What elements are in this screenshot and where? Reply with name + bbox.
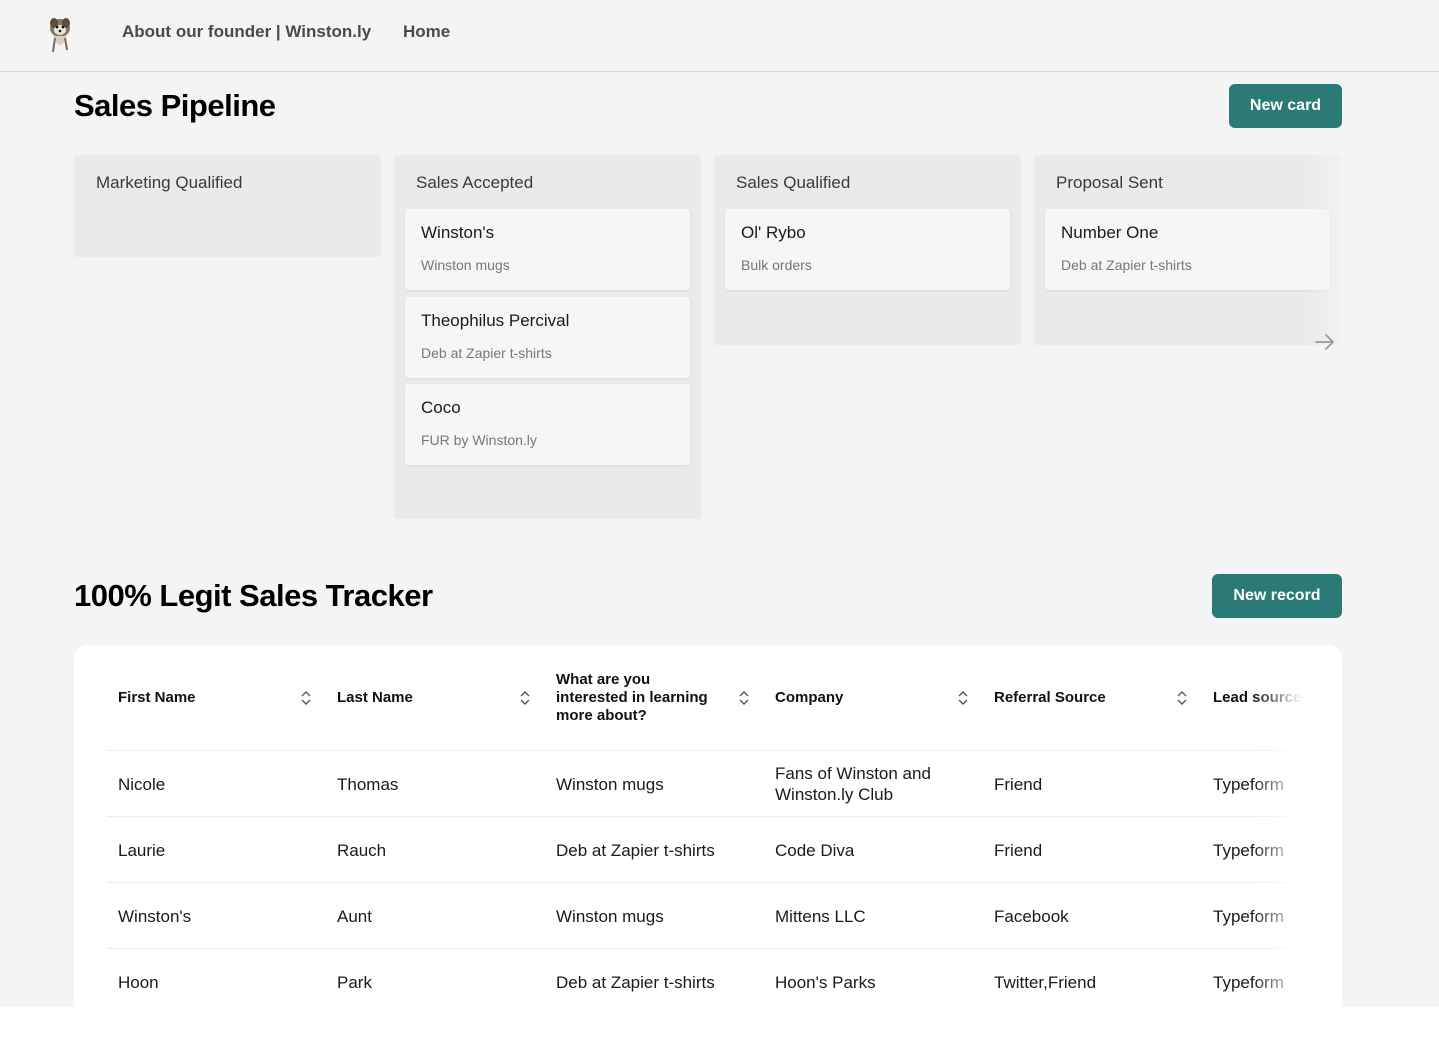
sort-icon[interactable] [738, 689, 750, 707]
cell-referral-source: Friend [994, 774, 1043, 794]
column-title: Marketing Qualified [96, 173, 243, 192]
cell-company: Hoon's Parks [775, 972, 876, 992]
card-subtitle: Winston mugs [421, 257, 510, 273]
pipeline-title: Sales Pipeline [74, 88, 276, 123]
dog-logo-icon[interactable] [44, 14, 76, 56]
cell-referral-source: Twitter,Friend [994, 972, 1097, 992]
column-title: Sales Accepted [416, 173, 534, 192]
card-subtitle: Deb at Zapier t-shirts [1061, 257, 1192, 273]
column-header-label: Referral Source [994, 689, 1106, 706]
new-record-button[interactable]: New record [1212, 574, 1342, 618]
card-title: Coco [421, 398, 461, 417]
column-header-referral-source[interactable]: Referral Source [994, 645, 1188, 751]
pipeline-column-proposal-sent: Proposal Sent Number One Deb at Zapier t… [1034, 155, 1341, 345]
sort-icon[interactable] [1176, 689, 1188, 707]
card-title: Winston's [421, 223, 495, 242]
pipeline-card[interactable]: Winston's Winston mugs [405, 209, 690, 290]
card-subtitle: Deb at Zapier t-shirts [421, 345, 552, 361]
pipeline-card[interactable]: Ol' Rybo Bulk orders [725, 209, 1010, 290]
pipeline-column-sales-qualified: Sales Qualified Ol' Rybo Bulk orders [714, 155, 1021, 345]
cell-first-name: Laurie [118, 840, 166, 860]
cell-company: Fans of Winston and Winston.ly Club [775, 764, 931, 804]
card-subtitle: FUR by Winston.ly [421, 432, 537, 448]
cell-company: Code Diva [775, 840, 855, 860]
cell-lead-source: Typeform [1213, 972, 1284, 992]
column-header-first-name[interactable]: First Name [118, 645, 312, 751]
table-row[interactable]: Nicole Thomas Winston mugs Fans of Winst… [107, 751, 1302, 817]
pipeline-card[interactable]: Number One Deb at Zapier t-shirts [1045, 209, 1330, 290]
column-header-label: Last Name [337, 689, 413, 706]
column-title: Sales Qualified [736, 173, 851, 192]
nav-link-about-founder[interactable]: About our founder | Winston.ly [122, 22, 371, 42]
column-header-last-name[interactable]: Last Name [337, 645, 531, 751]
top-nav: About our founder | Winston.ly Home [0, 0, 1439, 72]
sort-icon[interactable] [957, 689, 969, 707]
pipeline-column-marketing-qualified: Marketing Qualified [74, 155, 381, 257]
cell-last-name: Thomas [337, 774, 399, 794]
arrow-right-icon[interactable] [1313, 330, 1337, 361]
tracker-title: 100% Legit Sales Tracker [74, 578, 433, 613]
sort-icon[interactable] [300, 689, 312, 707]
column-header-label: First Name [118, 689, 196, 706]
cell-interest: Deb at Zapier t-shirts [556, 972, 715, 992]
sort-icon[interactable] [519, 689, 531, 707]
cell-last-name: Rauch [337, 840, 387, 860]
table-header: First Name Last Name What are you intere… [107, 645, 1302, 751]
app-root: About our founder | Winston.ly Home Sale… [0, 0, 1439, 1007]
cell-first-name: Hoon [118, 972, 159, 992]
cell-lead-source: Typeform [1213, 774, 1284, 794]
nav-link-home[interactable]: Home [403, 22, 450, 42]
cell-interest: Deb at Zapier t-shirts [556, 840, 715, 860]
cell-interest: Winston mugs [556, 906, 664, 926]
column-header-lead-source[interactable]: Lead source [1213, 645, 1323, 751]
cell-company: Mittens LLC [775, 906, 866, 926]
card-title: Theophilus Percival [421, 311, 570, 330]
table-row[interactable]: Winston's Aunt Winston mugs Mittens LLC … [107, 883, 1302, 949]
column-header-interest[interactable]: What are you interested in learning more… [556, 645, 750, 751]
column-header-company[interactable]: Company [775, 645, 969, 751]
card-subtitle: Bulk orders [741, 257, 812, 273]
cell-last-name: Aunt [337, 906, 372, 926]
table-row[interactable]: Hoon Park Deb at Zapier t-shirts Hoon's … [107, 949, 1302, 1007]
cell-first-name: Nicole [118, 774, 166, 794]
card-title: Ol' Rybo [741, 223, 806, 242]
table-row[interactable]: Laurie Rauch Deb at Zapier t-shirts Code… [107, 817, 1302, 883]
pipeline-column-sales-accepted: Sales Accepted Winston's Winston mugs Th… [394, 155, 701, 519]
card-title: Number One [1061, 223, 1159, 242]
records-table: First Name Last Name What are you intere… [74, 645, 1342, 1007]
column-title: Proposal Sent [1056, 173, 1163, 192]
cell-last-name: Park [337, 972, 372, 992]
pipeline-card[interactable]: Coco FUR by Winston.ly [405, 384, 690, 465]
cell-lead-source: Typeform [1213, 840, 1284, 860]
cell-interest: Winston mugs [556, 774, 664, 794]
new-card-button[interactable]: New card [1229, 84, 1342, 128]
cell-first-name: Winston's [118, 906, 192, 926]
cell-referral-source: Facebook [994, 906, 1069, 926]
cell-lead-source: Typeform [1213, 906, 1284, 926]
pipeline-card[interactable]: Theophilus Percival Deb at Zapier t-shir… [405, 297, 690, 378]
cell-referral-source: Friend [994, 840, 1043, 860]
column-header-label: Lead source [1213, 689, 1302, 706]
column-header-label: Company [775, 689, 844, 706]
column-header-label: What are you interested in learning more… [556, 671, 708, 724]
